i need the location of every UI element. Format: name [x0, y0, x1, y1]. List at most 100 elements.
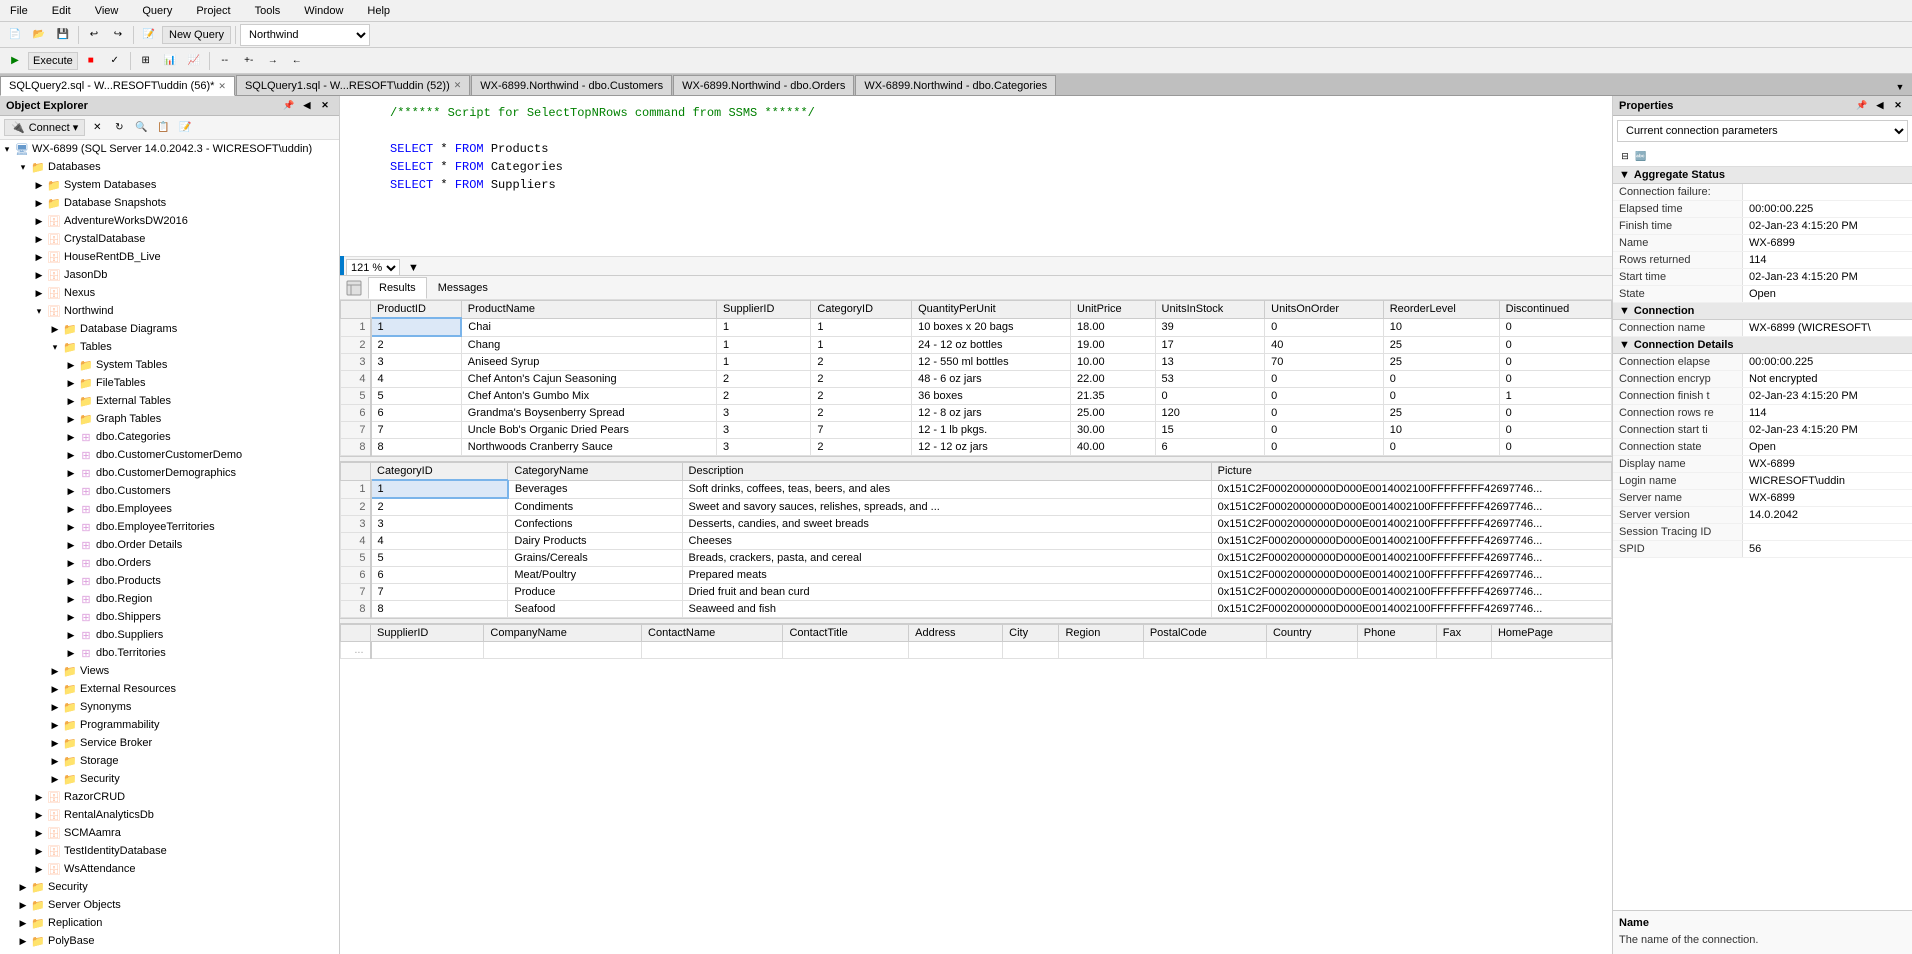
- col-header-instock[interactable]: UnitsInStock: [1155, 301, 1265, 319]
- ext-res-toggle[interactable]: ▶: [48, 682, 62, 696]
- menu-edit[interactable]: Edit: [46, 3, 77, 19]
- zoom-reset-btn[interactable]: ▼: [408, 262, 419, 274]
- indent-btn[interactable]: →: [262, 50, 284, 72]
- sys-tables-toggle[interactable]: ▶: [64, 358, 78, 372]
- table-row[interactable]: 2 2 Condiments Sweet and savory sauces, …: [341, 498, 1612, 516]
- synonyms-toggle[interactable]: ▶: [48, 700, 62, 714]
- show-plan-btn[interactable]: 📊: [159, 50, 181, 72]
- table-row[interactable]: 8 8 Northwoods Cranberry Sauce 3 2 12 - …: [341, 439, 1612, 456]
- territories-toggle[interactable]: ▶: [64, 646, 78, 660]
- prop-pin-btn[interactable]: 📌: [1854, 98, 1870, 114]
- open-btn[interactable]: 📂: [28, 24, 50, 46]
- tree-ext-tables[interactable]: ▶ 📁 External Tables: [0, 392, 339, 410]
- col-header-homepage[interactable]: HomePage: [1491, 625, 1611, 642]
- col-header-contacttitle[interactable]: ContactTitle: [783, 625, 909, 642]
- tree-dbo-empterr[interactable]: ▶ ⊞ dbo.EmployeeTerritories: [0, 518, 339, 536]
- table-row[interactable]: 4 4 Dairy Products Cheeses 0x151C2F00020…: [341, 533, 1612, 550]
- table-row[interactable]: ...: [341, 642, 1612, 659]
- new-query-icon[interactable]: 📝: [138, 24, 160, 46]
- col-header-discontinued[interactable]: Discontinued: [1499, 301, 1611, 319]
- rental-toggle[interactable]: ▶: [32, 808, 46, 822]
- tree-jason[interactable]: ▶ 🗄 JasonDb: [0, 266, 339, 284]
- include-client-stats-btn[interactable]: 📈: [183, 50, 205, 72]
- save-btn[interactable]: 💾: [52, 24, 74, 46]
- tree-external-resources[interactable]: ▶ 📁 External Resources: [0, 680, 339, 698]
- results-tab-results[interactable]: Results: [368, 277, 427, 299]
- tree-synonyms[interactable]: ▶ 📁 Synonyms: [0, 698, 339, 716]
- tab-customers[interactable]: WX-6899.Northwind - dbo.Customers: [471, 75, 672, 95]
- col-header-phone[interactable]: Phone: [1357, 625, 1436, 642]
- col-header-categoryid[interactable]: CategoryID: [811, 301, 912, 319]
- graph-tables-toggle[interactable]: ▶: [64, 412, 78, 426]
- ext-tables-toggle[interactable]: ▶: [64, 394, 78, 408]
- menu-project[interactable]: Project: [190, 3, 236, 19]
- sec-nw-toggle[interactable]: ▶: [48, 772, 62, 786]
- tree-razorcrud[interactable]: ▶ 🗄 RazorCRUD: [0, 788, 339, 806]
- testidentity-toggle[interactable]: ▶: [32, 844, 46, 858]
- tree-service-broker[interactable]: ▶ 📁 Service Broker: [0, 734, 339, 752]
- execute-btn[interactable]: Execute: [28, 52, 78, 70]
- explorer-close-btn[interactable]: ✕: [317, 98, 333, 114]
- polybase-toggle[interactable]: ▶: [16, 934, 30, 948]
- tree-databases[interactable]: ▾ 📁 Databases: [0, 158, 339, 176]
- tree-dbo-employees[interactable]: ▶ ⊞ dbo.Employees: [0, 500, 339, 518]
- table-row[interactable]: 5 5 Grains/Cereals Breads, crackers, pas…: [341, 550, 1612, 567]
- table-row[interactable]: 7 7 Uncle Bob's Organic Dried Pears 3 7 …: [341, 422, 1612, 439]
- new-query-tree-btn[interactable]: 📝: [175, 119, 195, 137]
- wsatt-toggle[interactable]: ▶: [32, 862, 46, 876]
- empterr-toggle[interactable]: ▶: [64, 520, 78, 534]
- menu-query[interactable]: Query: [136, 3, 178, 19]
- server-obj-toggle[interactable]: ▶: [16, 898, 30, 912]
- replication-toggle[interactable]: ▶: [16, 916, 30, 930]
- explorer-pin-btn[interactable]: 📌: [281, 98, 297, 114]
- outdent-btn[interactable]: ←: [286, 50, 308, 72]
- tree-adventureworks[interactable]: ▶ 🗄 AdventureWorksDW2016: [0, 212, 339, 230]
- table-row[interactable]: 4 4 Chef Anton's Cajun Seasoning 2 2 48 …: [341, 371, 1612, 388]
- redo-btn[interactable]: ↪: [107, 24, 129, 46]
- tables-toggle[interactable]: ▾: [48, 340, 62, 354]
- employees-toggle[interactable]: ▶: [64, 502, 78, 516]
- col-header-country[interactable]: Country: [1266, 625, 1357, 642]
- col-header-postalcode[interactable]: PostalCode: [1143, 625, 1266, 642]
- comment-btn[interactable]: --: [214, 50, 236, 72]
- suppliers-toggle[interactable]: ▶: [64, 628, 78, 642]
- region-toggle[interactable]: ▶: [64, 592, 78, 606]
- databases-toggle[interactable]: ▾: [16, 160, 30, 174]
- tree-replication[interactable]: ▶ 📁 Replication: [0, 914, 339, 932]
- col-header-desc[interactable]: Description: [682, 463, 1211, 481]
- table-row[interactable]: 6 6 Grandma's Boysenberry Spread 3 2 12 …: [341, 405, 1612, 422]
- tree-dbo-products[interactable]: ▶ ⊞ dbo.Products: [0, 572, 339, 590]
- new-file-btn[interactable]: 📄: [4, 24, 26, 46]
- tree-db-snapshots[interactable]: ▶ 📁 Database Snapshots: [0, 194, 339, 212]
- tree-scmaamra[interactable]: ▶ 🗄 SCMAamra: [0, 824, 339, 842]
- filter-btn[interactable]: 🔍: [131, 119, 151, 137]
- prog-toggle[interactable]: ▶: [48, 718, 62, 732]
- dbo-customers-toggle[interactable]: ▶: [64, 484, 78, 498]
- tree-dbo-customers[interactable]: ▶ ⊞ dbo.Customers: [0, 482, 339, 500]
- tree-system-tables[interactable]: ▶ 📁 System Tables: [0, 356, 339, 374]
- nexus-toggle[interactable]: ▶: [32, 286, 46, 300]
- prop-auto-hide-btn[interactable]: ◀: [1872, 98, 1888, 114]
- tree-dbo-suppliers[interactable]: ▶ ⊞ dbo.Suppliers: [0, 626, 339, 644]
- products-toggle[interactable]: ▶: [64, 574, 78, 588]
- undo-btn[interactable]: ↩: [83, 24, 105, 46]
- table-row[interactable]: 1 1 Chai 1 1 10 boxes x 20 bags 18.00 39…: [341, 318, 1612, 336]
- new-query-label[interactable]: New Query: [162, 26, 231, 44]
- uncomment-btn[interactable]: +-: [238, 50, 260, 72]
- aw-toggle[interactable]: ▶: [32, 214, 46, 228]
- stop-btn[interactable]: ■: [80, 50, 102, 72]
- tree-wsattendance[interactable]: ▶ 🗄 WsAttendance: [0, 860, 339, 878]
- tree-programmability[interactable]: ▶ 📁 Programmability: [0, 716, 339, 734]
- tree-polybase[interactable]: ▶ 📁 PolyBase: [0, 932, 339, 950]
- menu-window[interactable]: Window: [298, 3, 349, 19]
- table-row[interactable]: 2 2 Chang 1 1 24 - 12 oz bottles 19.00 1…: [341, 336, 1612, 354]
- menu-view[interactable]: View: [89, 3, 125, 19]
- table-row[interactable]: 8 8 Seafood Seaweed and fish 0x151C2F000…: [341, 601, 1612, 618]
- prop-close-btn[interactable]: ✕: [1890, 98, 1906, 114]
- tree-security-nw[interactable]: ▶ 📁 Security: [0, 770, 339, 788]
- tree-testidentity[interactable]: ▶ 🗄 TestIdentityDatabase: [0, 842, 339, 860]
- col-header-contactname[interactable]: ContactName: [642, 625, 783, 642]
- prop-sort-alpha-btn[interactable]: 🔤: [1633, 148, 1649, 164]
- col-header-companyname[interactable]: CompanyName: [484, 625, 642, 642]
- custdemog-toggle[interactable]: ▶: [64, 466, 78, 480]
